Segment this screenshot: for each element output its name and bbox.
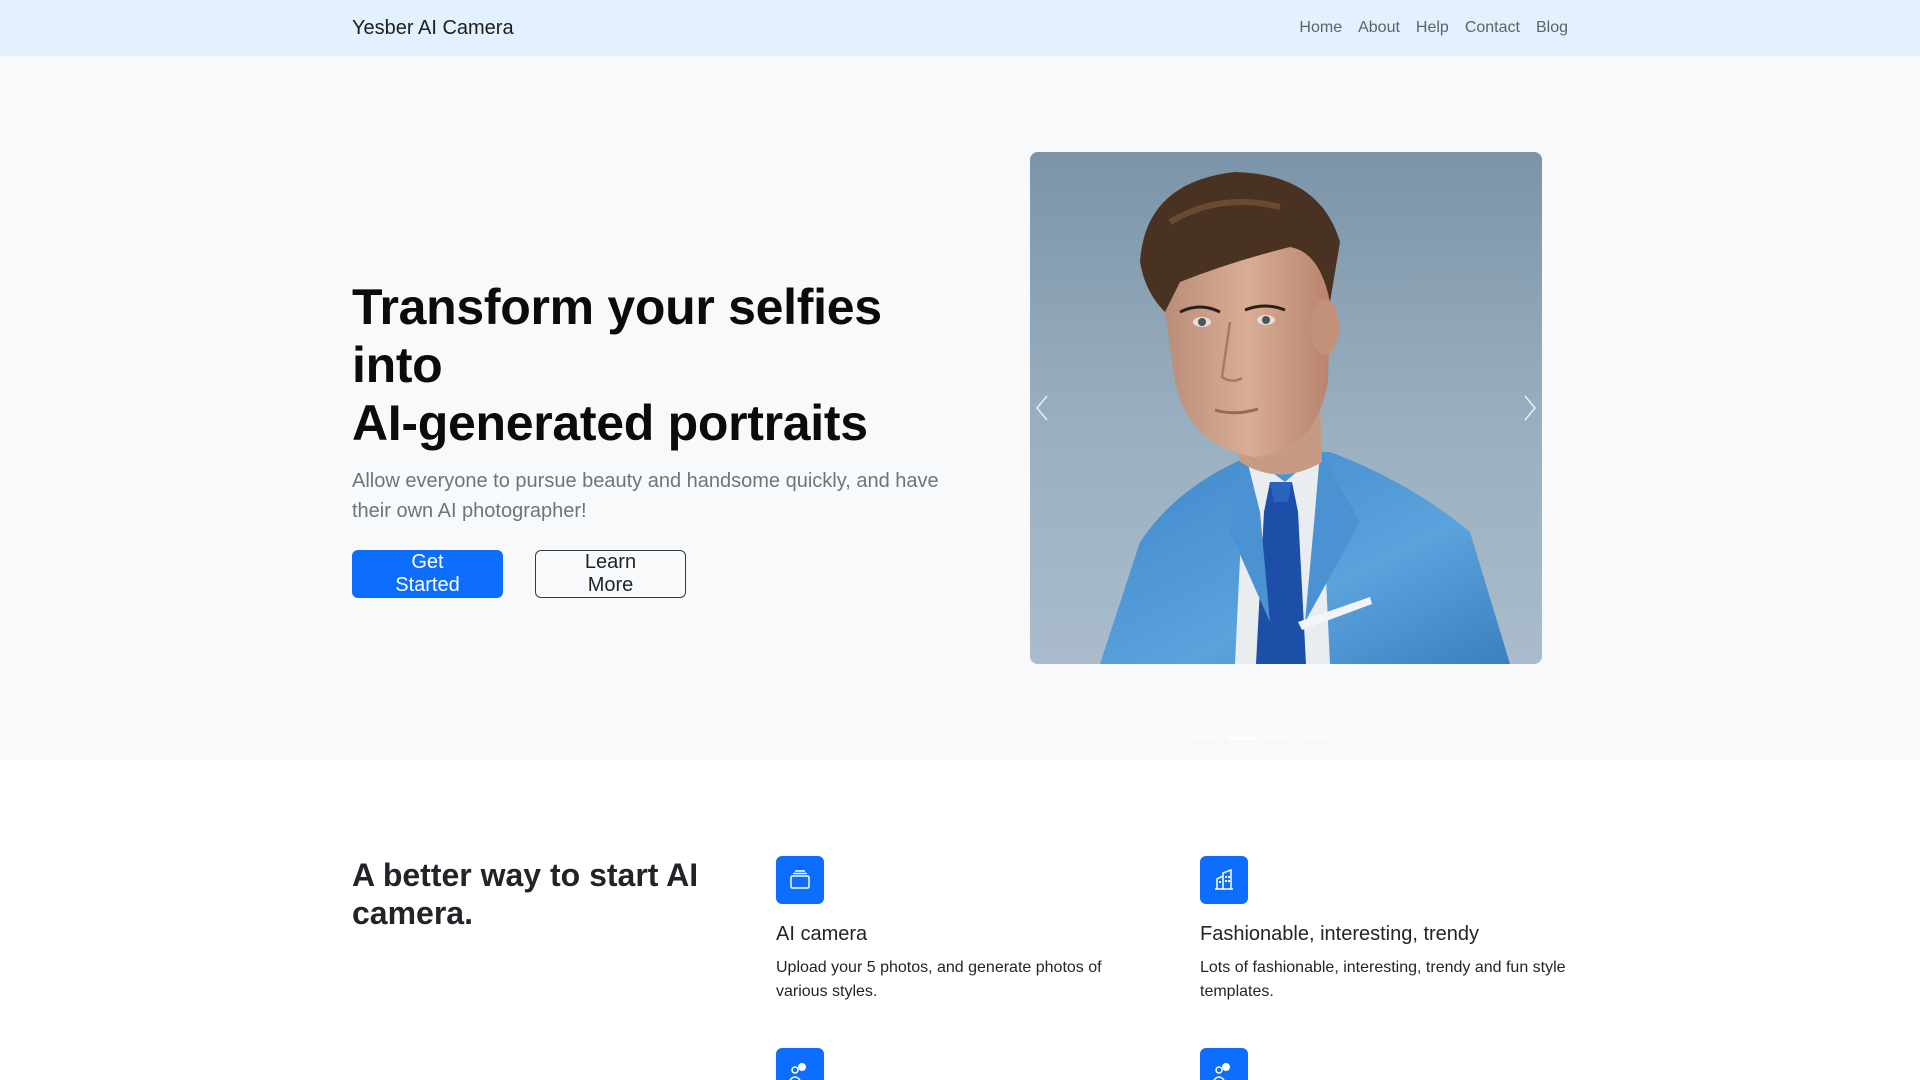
carousel-prev-button[interactable] [1030, 392, 1054, 424]
portrait-carousel [1030, 152, 1542, 664]
features-section: A better way to start AI camera. AI came… [352, 760, 1568, 1080]
hero-title: Transform your selfies into AI-generated… [352, 278, 952, 452]
feature-description: Upload your 5 photos, and generate photo… [776, 959, 1102, 1000]
hero-buttons: Get Started Learn More [352, 550, 952, 598]
nav-link-about[interactable]: About [1358, 19, 1400, 37]
chevron-left-icon [1036, 395, 1048, 421]
navbar-container: Yesber AI Camera Home About Help Contact… [352, 17, 1568, 40]
portrait-image [1030, 152, 1542, 664]
feature-description: Lots of fashionable, interesting, trendy… [1200, 959, 1566, 1000]
carousel-indicator[interactable] [1228, 737, 1258, 740]
hero-section: Transform your selfies into AI-generated… [0, 56, 1920, 760]
people-icon [1200, 1048, 1248, 1080]
feature-title: Fashionable, interesting, trendy [1200, 923, 1480, 945]
hero-text: Transform your selfies into AI-generated… [352, 278, 952, 598]
hero-container: Transform your selfies into AI-generated… [352, 56, 1568, 760]
nav-link-contact[interactable]: Contact [1465, 19, 1520, 37]
nav-link-blog[interactable]: Blog [1536, 19, 1568, 37]
carousel-indicators [1192, 737, 1330, 740]
feature-title: AI camera [776, 923, 868, 945]
nav-link-home[interactable]: Home [1299, 19, 1342, 37]
learn-more-button[interactable]: Learn More [535, 550, 686, 598]
feature-fashionable: Fashionable, interesting, trendy Lots of… [1200, 856, 1580, 1004]
carousel-next-button[interactable] [1518, 392, 1542, 424]
features-heading: A better way to start AI camera. [352, 857, 699, 931]
building-icon [1200, 856, 1248, 904]
chevron-right-icon [1524, 395, 1536, 421]
feature-fourth [1200, 1048, 1580, 1080]
nav-links: Home About Help Contact Blog [1299, 19, 1568, 37]
navbar: Yesber AI Camera Home About Help Contact… [0, 0, 1920, 56]
carousel-indicator[interactable] [1192, 737, 1222, 740]
carousel-indicator[interactable] [1300, 737, 1330, 740]
hero-subtitle: Allow everyone to pursue beauty and hand… [352, 470, 939, 522]
feature-third [776, 1048, 1156, 1080]
carousel-indicator[interactable] [1264, 737, 1294, 740]
people-icon [776, 1048, 824, 1080]
collection-icon [776, 856, 824, 904]
feature-ai-camera: AI camera Upload your 5 photos, and gene… [776, 856, 1156, 1004]
brand-link[interactable]: Yesber AI Camera [352, 17, 514, 40]
hero-title-line2: AI-generated portraits [352, 395, 868, 451]
get-started-button[interactable]: Get Started [352, 550, 503, 598]
nav-link-help[interactable]: Help [1416, 19, 1449, 37]
hero-title-line1: Transform your selfies into [352, 279, 882, 393]
